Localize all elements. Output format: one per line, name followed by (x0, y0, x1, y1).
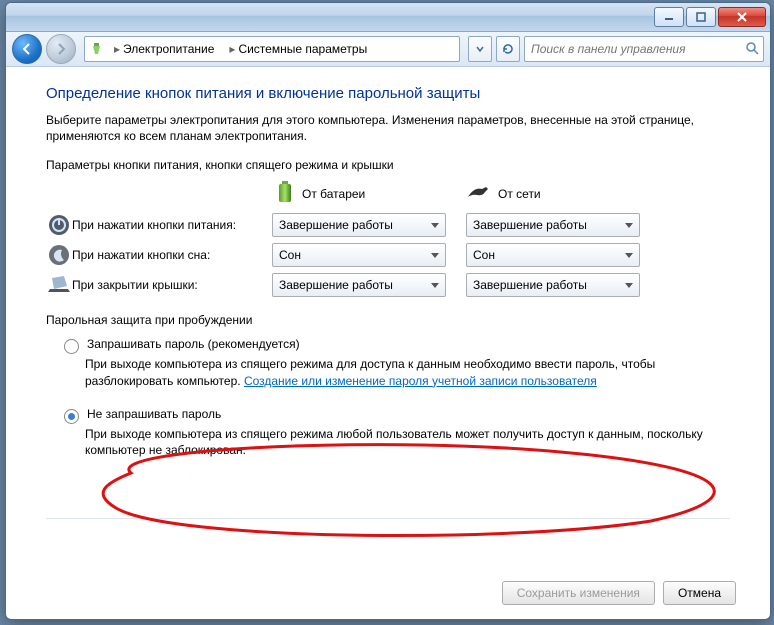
nav-bar: ▸Электропитание ▸Системные параметры (6, 32, 770, 67)
col-ac: От сети (466, 180, 596, 207)
power-ac-select[interactable]: Завершение работы (466, 213, 640, 237)
radio1-desc: При выходе компьютера из спящего режима … (85, 356, 725, 388)
col-battery: От батареи (276, 180, 406, 207)
lid-ac-select[interactable]: Завершение работы (466, 273, 640, 297)
intro-text: Выберите параметры электропитания для эт… (46, 112, 730, 144)
radio-no-password[interactable]: Не запрашивать пароль (64, 407, 730, 424)
cancel-button[interactable]: Отмена (663, 581, 736, 605)
chevron-down-icon (431, 253, 439, 258)
battery-icon (276, 180, 294, 207)
sleep-ac-select[interactable]: Сон (466, 243, 640, 267)
search-box[interactable] (524, 36, 764, 62)
window: ▸Электропитание ▸Системные параметры Опр… (5, 2, 771, 620)
titlebar (6, 3, 770, 32)
radio-icon (64, 409, 79, 424)
chevron-down-icon (625, 253, 633, 258)
address-dropdown[interactable] (468, 36, 492, 62)
content: Определение кнопок питания и включение п… (6, 67, 770, 519)
chevron-down-icon (431, 223, 439, 228)
power-battery-select[interactable]: Завершение работы (272, 213, 446, 237)
chevron-down-icon (625, 283, 633, 288)
row-lid: При закрытии крышки: Завершение работы З… (46, 273, 730, 297)
chevron-down-icon (625, 223, 633, 228)
forward-button[interactable] (46, 34, 76, 64)
page-heading: Определение кнопок питания и включение п… (46, 85, 730, 102)
refresh-button[interactable] (496, 36, 520, 62)
power-plan-icon (87, 40, 105, 58)
sleep-battery-select[interactable]: Сон (272, 243, 446, 267)
radio-icon (64, 339, 79, 354)
create-password-link[interactable]: Создание или изменение пароля учетной за… (244, 374, 597, 388)
lid-battery-select[interactable]: Завершение работы (272, 273, 446, 297)
power-icon (46, 214, 72, 236)
radio2-desc: При выходе компьютера из спящего режима … (85, 426, 725, 458)
footer: Сохранить изменения Отмена (502, 581, 736, 605)
section-password-title: Парольная защита при пробуждении (46, 313, 730, 327)
row-power: При нажатии кнопки питания: Завершение р… (46, 213, 730, 237)
plug-icon (466, 183, 490, 204)
back-button[interactable] (12, 34, 42, 64)
chevron-right-icon: ▸ (226, 42, 238, 56)
laptop-icon (46, 275, 72, 295)
section-buttons-title: Параметры кнопки питания, кнопки спящего… (46, 158, 730, 172)
moon-icon (46, 244, 72, 266)
maximize-button[interactable] (686, 7, 716, 27)
chevron-right-icon: ▸ (111, 42, 123, 56)
save-button[interactable]: Сохранить изменения (502, 581, 655, 605)
chevron-down-icon (431, 283, 439, 288)
minimize-button[interactable] (654, 7, 684, 27)
search-input[interactable] (529, 41, 745, 57)
breadcrumb-level2[interactable]: Системные параметры (238, 42, 367, 56)
search-icon (745, 41, 759, 58)
divider (46, 518, 730, 519)
close-button[interactable] (718, 7, 766, 27)
row-sleep: При нажатии кнопки сна: Сон Сон (46, 243, 730, 267)
address-bar[interactable]: ▸Электропитание ▸Системные параметры (84, 36, 460, 62)
radio-require-password[interactable]: Запрашивать пароль (рекомендуется) (64, 337, 730, 354)
breadcrumb-level1[interactable]: Электропитание (123, 42, 214, 56)
